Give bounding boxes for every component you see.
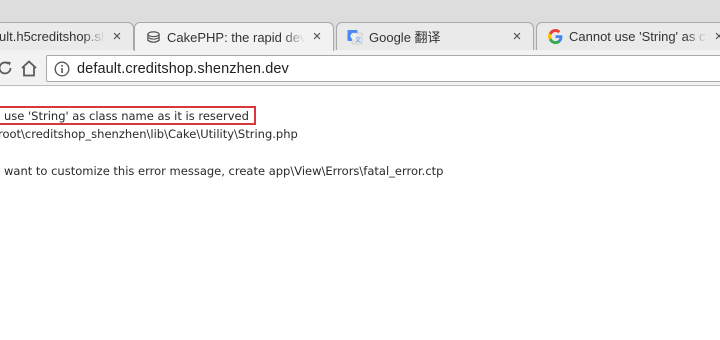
tab-creditshop[interactable]: ult.h5creditshop.sh ×	[0, 22, 134, 50]
cakephp-icon	[145, 29, 161, 45]
browser-window: ult.h5creditshop.sh × CakePHP: the rapid…	[0, 0, 720, 340]
home-icon[interactable]	[18, 58, 40, 78]
close-icon[interactable]: ×	[711, 28, 720, 45]
tab-google-search[interactable]: Cannot use 'String' as c ×	[536, 22, 720, 50]
browser-toolbar: default.creditshop.shenzhen.dev	[0, 50, 720, 86]
close-icon[interactable]: ×	[309, 29, 325, 45]
info-icon[interactable]	[53, 60, 71, 78]
close-icon[interactable]: ×	[109, 28, 125, 45]
tab-google-translate[interactable]: G 文 Google 翻译 ×	[336, 22, 534, 50]
reload-icon[interactable]	[0, 59, 14, 77]
tab-strip: ult.h5creditshop.sh × CakePHP: the rapid…	[0, 0, 720, 51]
error-message-text: use 'String' as class name as it is rese…	[4, 109, 249, 123]
url-text[interactable]: default.creditshop.shenzhen.dev	[77, 61, 289, 77]
page-content: use 'String' as class name as it is rese…	[0, 87, 720, 340]
error-message-highlight: use 'String' as class name as it is rese…	[0, 106, 256, 125]
tab-title-fade	[83, 23, 105, 50]
google-translate-icon: G 文	[347, 29, 363, 45]
tab-title-fade	[685, 23, 707, 50]
tab-title: Google 翻译	[369, 30, 441, 45]
svg-text:文: 文	[355, 36, 361, 44]
google-icon	[547, 29, 563, 45]
tab-cakephp[interactable]: CakePHP: the rapid dev ×	[134, 22, 334, 51]
error-file-path: root\creditshop_shenzhen\lib\Cake\Utilit…	[0, 127, 298, 141]
tab-title-fade	[283, 23, 305, 51]
close-icon[interactable]: ×	[509, 28, 525, 45]
error-customize-hint: want to customize this error message, cr…	[4, 164, 444, 178]
address-bar[interactable]: default.creditshop.shenzhen.dev	[46, 55, 720, 82]
